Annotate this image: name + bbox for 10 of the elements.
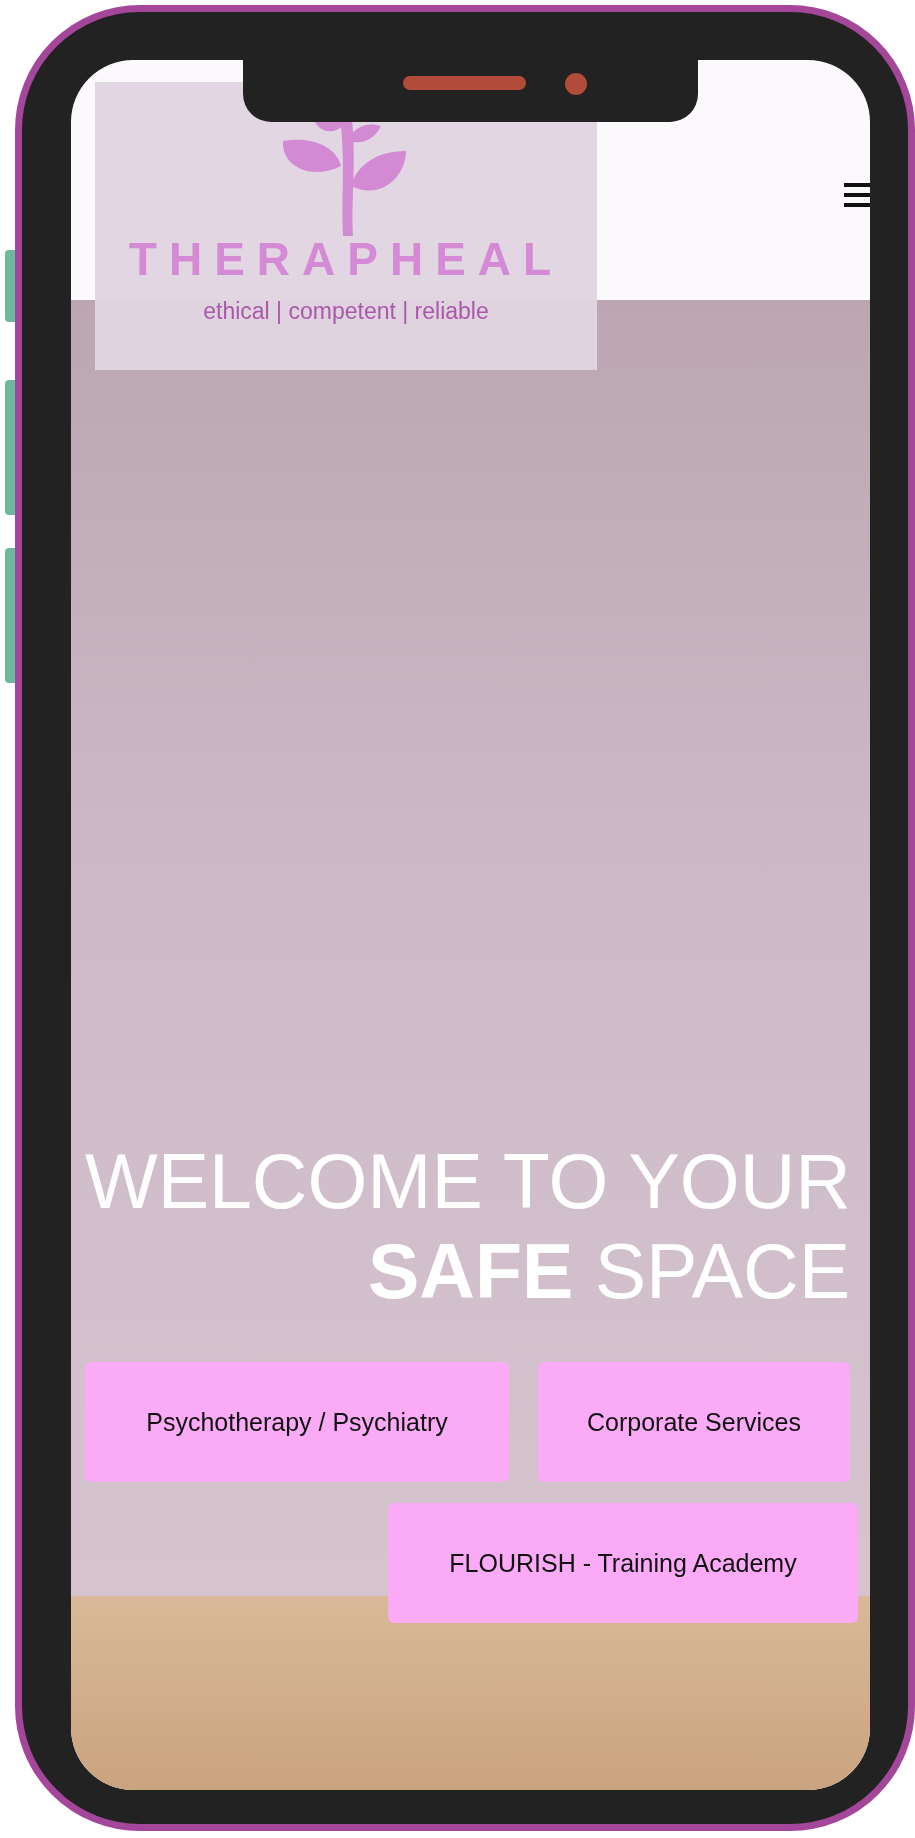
- hero-heading-line: WELCOME TO YOUR: [85, 1137, 850, 1226]
- camera-icon: [565, 73, 587, 95]
- service-button[interactable]: Psychotherapy / Psychiatry: [85, 1362, 509, 1482]
- speaker-icon: [403, 76, 526, 90]
- logo-wordmark: THERAPHEAL: [128, 232, 564, 286]
- menu-icon[interactable]: [844, 181, 870, 209]
- service-button[interactable]: Corporate Services: [538, 1362, 850, 1482]
- logo-tagline: ethical | competent | reliable: [203, 298, 489, 325]
- service-button[interactable]: FLOURISH - Training Academy: [388, 1503, 858, 1623]
- hero-heading-line: SAFE SPACE: [366, 1227, 850, 1316]
